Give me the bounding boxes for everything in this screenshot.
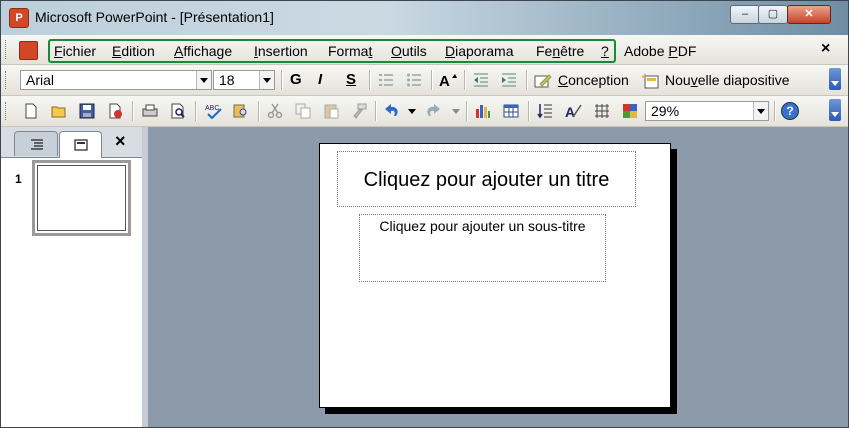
subtitle-placeholder-text: Cliquez pour ajouter un sous-titre [379,218,586,234]
toolbar-separator [464,70,466,90]
decrease-indent-icon[interactable] [473,72,489,88]
svg-text:ABC: ABC [205,105,219,112]
toolbar-options-button[interactable] [829,99,841,121]
minimize-button[interactable]: – [730,5,760,24]
menu-insertion[interactable]: Insertion [254,43,308,59]
title-bar[interactable]: P Microsoft PowerPoint - [Présentation1]… [1,1,848,35]
slide-number: 1 [15,172,22,186]
insert-table-icon[interactable] [503,103,519,119]
slide-canvas[interactable]: Cliquez pour ajouter un titre Cliquez po… [319,143,671,408]
toolbar-options-button[interactable] [829,68,841,90]
toolbar-separator [132,101,134,121]
bullet-list-icon[interactable] [406,72,422,88]
window-title: Microsoft PowerPoint - [Présentation1] [35,9,274,25]
title-placeholder[interactable]: Cliquez pour ajouter un titre [337,151,636,207]
tab-outline[interactable] [14,131,58,156]
grid-icon[interactable] [594,103,610,119]
toolbar-separator [195,101,197,121]
italic-button[interactable]: I [318,71,322,88]
redo-icon[interactable] [425,103,441,119]
subtitle-placeholder[interactable]: Cliquez pour ajouter un sous-titre [359,214,606,282]
copy-icon[interactable] [295,103,311,119]
design-icon [534,74,552,88]
close-icon: ✕ [804,8,814,20]
toolbar-separator [369,70,371,90]
close-document-button[interactable]: × [821,40,830,58]
close-window-button[interactable]: ✕ [787,5,831,24]
powerpoint-app-icon[interactable]: P [9,8,29,28]
format-painter-icon[interactable] [351,103,367,119]
menu-edition[interactable]: Edition [112,43,155,59]
new-document-icon[interactable] [23,103,39,119]
toolbar-separator [774,101,776,121]
new-slide-icon [642,73,659,89]
toolbar-separator [466,101,468,121]
document-icon-menu[interactable] [17,39,39,61]
svg-text:A: A [439,73,450,89]
font-size-select[interactable]: 18 [213,70,275,90]
toolbar-grip[interactable] [5,71,9,89]
outline-icon [31,139,43,150]
maximize-icon: ▢ [767,8,779,20]
chevron-down-icon[interactable] [753,102,768,120]
permission-icon[interactable] [107,103,123,119]
menu-adobe-pdf[interactable]: Adobe PDF [624,43,696,59]
tab-slides[interactable] [59,131,102,158]
shadow-button[interactable]: S [346,71,356,88]
numbered-list-icon[interactable] [378,72,394,88]
toolbar-separator [281,70,283,90]
expand-all-icon[interactable] [537,103,553,119]
close-icon: × [821,40,831,57]
research-icon[interactable] [233,103,249,119]
menu-format[interactable]: Format [328,43,372,59]
chevron-down-icon[interactable] [259,71,274,89]
undo-dropdown-chevron-icon[interactable] [408,109,416,114]
toolbar-separator [528,101,530,121]
open-folder-icon[interactable] [51,103,67,119]
increase-font-size-icon[interactable]: A [439,71,457,89]
maximize-button[interactable]: ▢ [758,5,788,24]
show-formatting-icon[interactable]: A [565,103,583,119]
redo-dropdown-chevron-icon[interactable] [452,109,460,114]
menu-fichier[interactable]: Fichier [54,43,96,59]
toolbar-grip[interactable] [5,102,9,120]
help-icon[interactable]: ? [781,102,799,120]
font-name-select[interactable]: Arial [20,70,212,90]
close-pane-button[interactable]: × [115,131,126,152]
bold-button[interactable]: G [290,71,302,88]
insert-chart-icon[interactable] [475,103,491,119]
increase-indent-icon[interactable] [501,72,517,88]
menu-outils[interactable]: Outils [391,43,427,59]
zoom-select[interactable]: 29% [645,101,769,121]
undo-icon[interactable] [384,103,400,119]
menu-help[interactable]: ? [601,43,609,59]
toolbar-separator [375,101,377,121]
menu-fenetre[interactable]: Fenêtre [536,43,584,59]
slide-thumbnail[interactable] [32,160,131,236]
save-icon[interactable] [79,103,95,119]
close-icon: × [115,131,126,151]
cut-icon[interactable] [267,103,283,119]
menu-diaporama[interactable]: Diaporama [445,43,514,59]
toolbar-grip[interactable] [5,40,9,59]
slide-icon [74,139,88,151]
toolbar-separator [258,101,260,121]
powerpoint-window: P Microsoft PowerPoint - [Présentation1]… [0,0,849,428]
presentation-icon [19,41,38,60]
print-icon[interactable] [142,103,158,119]
paste-icon[interactable] [323,103,339,119]
menu-affichage[interactable]: Affichage [174,43,232,59]
spelling-icon[interactable]: ABC [205,103,223,119]
print-preview-icon[interactable] [170,103,186,119]
chevron-down-icon[interactable] [196,71,211,89]
minimize-icon: – [741,8,749,20]
toolbar-separator [526,70,528,90]
toolbar-separator [431,70,433,90]
color-grayscale-icon[interactable] [622,103,638,119]
title-placeholder-text: Cliquez pour ajouter un titre [363,169,610,191]
